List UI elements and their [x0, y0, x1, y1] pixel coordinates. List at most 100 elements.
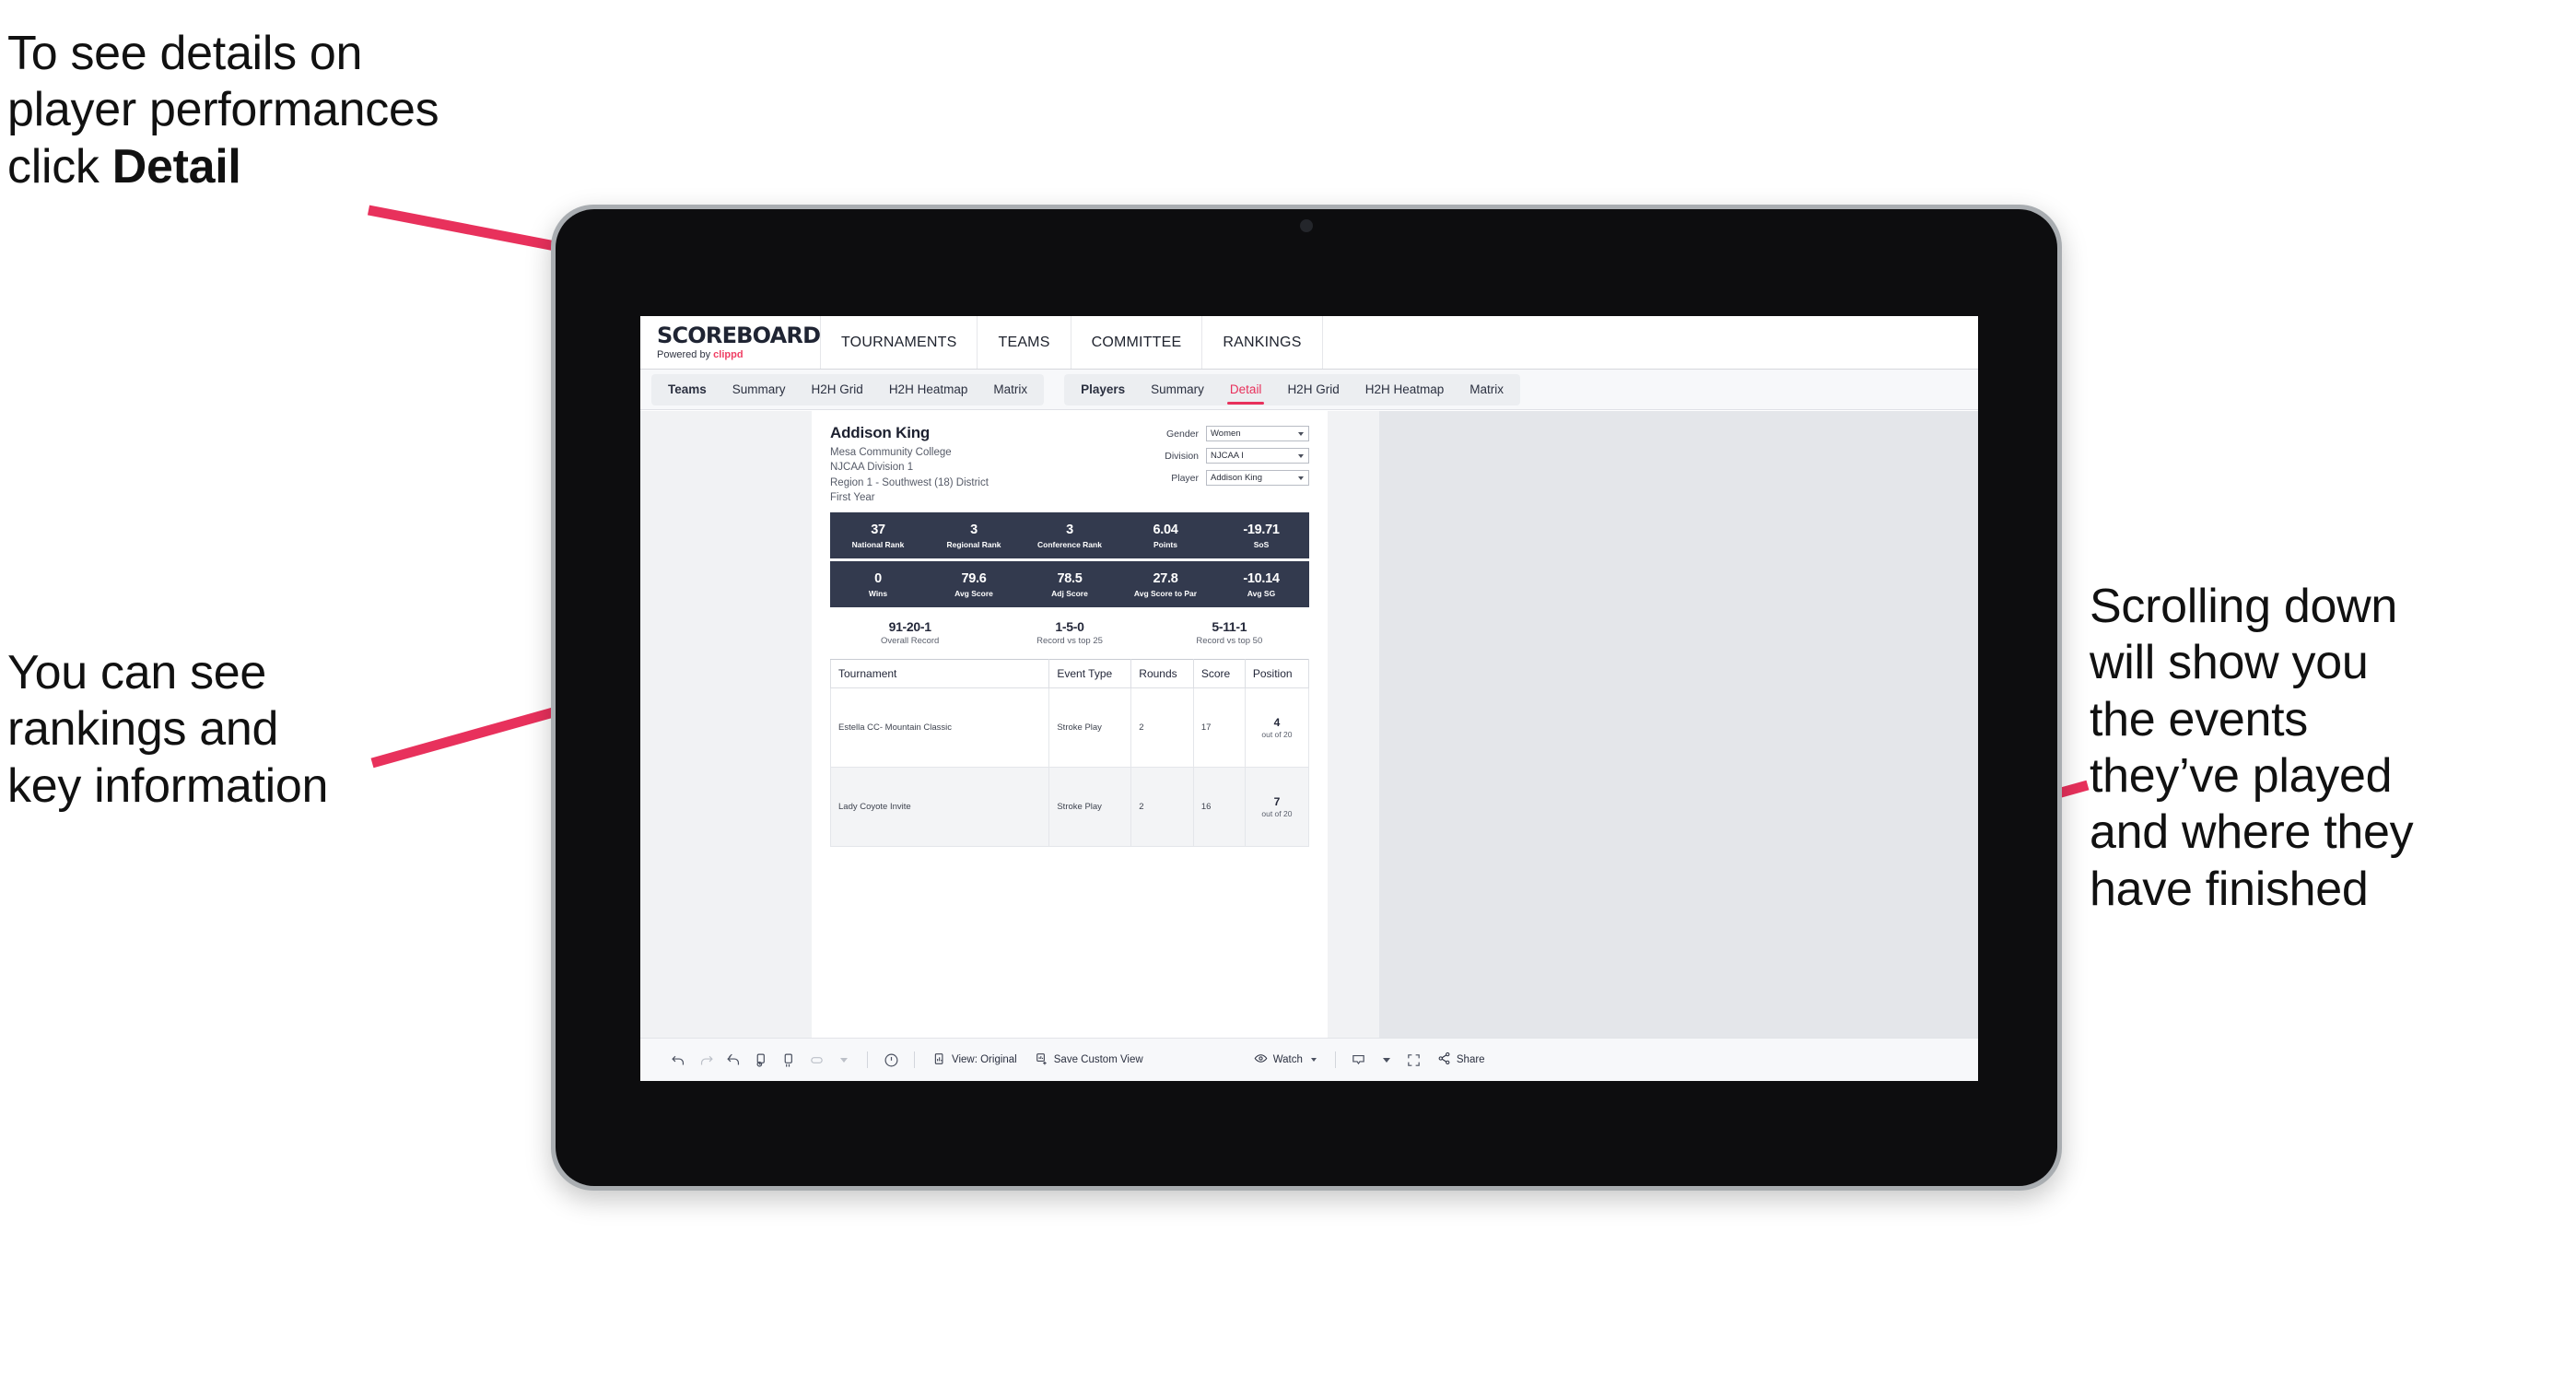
- col-header-score[interactable]: Score: [1192, 659, 1246, 689]
- stat-points: 6.04 Points: [1118, 523, 1213, 549]
- table-row[interactable]: Estella CC- Mountain Classic Stroke Play…: [829, 687, 1310, 769]
- player-select[interactable]: Addison King: [1206, 470, 1309, 486]
- tab-teams-summary[interactable]: Summary: [720, 374, 799, 405]
- record-vs-top-25: 1-5-0 Record vs top 25: [989, 619, 1149, 646]
- share-label: Share: [1456, 1054, 1485, 1065]
- filter-row-gender: Gender Women: [1165, 426, 1309, 441]
- stat-avg-score: 79.6 Avg Score: [926, 571, 1022, 598]
- tab-teams[interactable]: Teams: [655, 374, 720, 405]
- brand-powered-by: Powered by clippd: [657, 349, 820, 360]
- stat-conference-rank: 3 Conference Rank: [1022, 523, 1118, 549]
- stat-value: 79.6: [961, 570, 987, 586]
- nav-item-teams[interactable]: TEAMS: [978, 316, 1071, 369]
- events-table-body: Estella CC- Mountain Classic Stroke Play…: [829, 687, 1310, 848]
- record-label: Overall Record: [880, 635, 940, 646]
- undo-icon[interactable]: [664, 1046, 692, 1074]
- app-screen: SCOREBOARD Powered by clippd TOURNAMENTS…: [640, 316, 1978, 1081]
- refresh-data-icon[interactable]: [747, 1046, 775, 1074]
- player-school: Mesa Community College: [830, 447, 952, 458]
- cell-tournament: Estella CC- Mountain Classic: [829, 687, 1050, 769]
- chevron-down-icon[interactable]: [830, 1046, 858, 1074]
- watch-button[interactable]: Watch: [1245, 1046, 1326, 1074]
- position-outof: out of 20: [1261, 730, 1293, 740]
- fullscreen-icon[interactable]: [1400, 1046, 1428, 1074]
- view-icon: [933, 1052, 946, 1068]
- save-custom-view-label: Save Custom View: [1053, 1054, 1143, 1065]
- stat-value: 37: [871, 522, 885, 537]
- division-select[interactable]: NJCAA I: [1206, 448, 1309, 464]
- stat-regional-rank: 3 Regional Rank: [926, 523, 1022, 549]
- cell-position: 4 out of 20: [1244, 687, 1310, 769]
- view-original-button[interactable]: View: Original: [924, 1046, 1026, 1074]
- chevron-down-icon: [1298, 431, 1304, 436]
- revert-icon[interactable]: [720, 1046, 747, 1074]
- stat-value: 78.5: [1057, 570, 1083, 586]
- powered-prefix: Powered by: [657, 349, 714, 360]
- stat-value: 3: [970, 522, 978, 537]
- stat-national-rank: 37 National Rank: [830, 523, 926, 549]
- tab-players-detail[interactable]: Detail: [1217, 374, 1275, 405]
- save-custom-view-button[interactable]: Save Custom View: [1026, 1046, 1153, 1074]
- tab-teams-h2h-grid[interactable]: H2H Grid: [799, 374, 876, 405]
- player-select-value: Addison King: [1211, 473, 1262, 483]
- stat-label: Adj Score: [1051, 588, 1088, 598]
- callout-detail-bold: Detail: [111, 139, 241, 194]
- share-button[interactable]: Share: [1428, 1046, 1494, 1074]
- callout-rankings: You can see rankings and key information: [7, 646, 329, 813]
- workspace: Addison King Mesa Community College NJCA…: [640, 411, 1978, 1038]
- pill-icon[interactable]: [802, 1046, 830, 1074]
- tab-group-teams: Teams Summary H2H Grid H2H Heatmap Matri…: [651, 373, 1045, 405]
- bottom-toolbar: View: Original Save Custom View Watch Sh…: [640, 1038, 1978, 1081]
- col-header-event-type[interactable]: Event Type: [1048, 659, 1132, 689]
- brand-logo[interactable]: SCOREBOARD Powered by clippd: [640, 316, 821, 369]
- toolbar-divider: [1334, 1051, 1336, 1068]
- tab-players-h2h-heatmap[interactable]: H2H Heatmap: [1352, 374, 1458, 405]
- pause-data-icon[interactable]: [775, 1046, 802, 1074]
- nav-item-rankings[interactable]: RANKINGS: [1202, 316, 1323, 369]
- sheet-gutter-right: [1328, 411, 1379, 1038]
- clippd-name: clippd: [713, 349, 744, 360]
- col-header-position[interactable]: Position: [1244, 659, 1310, 689]
- gender-select[interactable]: Women: [1206, 426, 1309, 441]
- stat-adj-score: 78.5 Adj Score: [1022, 571, 1118, 598]
- chevron-down-icon: [1298, 453, 1304, 458]
- record-vs-top-50: 5-11-1 Record vs top 50: [1150, 619, 1309, 646]
- col-header-rounds[interactable]: Rounds: [1130, 659, 1194, 689]
- stat-label: National Rank: [851, 539, 905, 549]
- stat-label: SoS: [1253, 539, 1270, 549]
- stat-label: Points: [1153, 539, 1177, 549]
- record-label: Record vs top 50: [1196, 635, 1263, 646]
- tab-players-summary[interactable]: Summary: [1138, 374, 1217, 405]
- redo-icon[interactable]: [692, 1046, 720, 1074]
- cell-rounds: 2: [1130, 767, 1194, 848]
- tab-teams-matrix[interactable]: Matrix: [980, 374, 1040, 405]
- download-icon[interactable]: [1345, 1046, 1373, 1074]
- chevron-down-icon: [1298, 476, 1304, 480]
- view-original-label: View: Original: [952, 1054, 1017, 1065]
- gender-select-value: Women: [1211, 429, 1241, 439]
- table-row[interactable]: Lady Coyote Invite Stroke Play 2 16 7 ou…: [829, 767, 1310, 848]
- stat-value: -19.71: [1243, 522, 1280, 537]
- nav-item-committee[interactable]: COMMITTEE: [1071, 316, 1203, 369]
- tab-teams-h2h-heatmap[interactable]: H2H Heatmap: [876, 374, 981, 405]
- stat-label: Conference Rank: [1037, 539, 1102, 549]
- stat-bar-rankings: 37 National Rank 3 Regional Rank 3 Confe…: [830, 512, 1309, 559]
- tab-players[interactable]: Players: [1068, 374, 1138, 405]
- clock-icon[interactable]: [877, 1046, 905, 1074]
- left-rail: [640, 411, 760, 1038]
- chevron-down-icon[interactable]: [1373, 1046, 1400, 1074]
- table-header-row: Tournament Event Type Rounds Score Posit…: [829, 659, 1310, 689]
- filter-label-division: Division: [1165, 450, 1199, 462]
- player-identity: Addison King Mesa Community College NJCA…: [830, 424, 989, 505]
- sheet-gutter-left: [760, 411, 812, 1038]
- nav-item-tournaments[interactable]: TOURNAMENTS: [821, 316, 978, 369]
- tab-players-matrix[interactable]: Matrix: [1457, 374, 1516, 405]
- tab-players-h2h-grid[interactable]: H2H Grid: [1274, 374, 1352, 405]
- dashboard-sheet: Addison King Mesa Community College NJCA…: [760, 411, 1978, 1038]
- stat-label: Wins: [868, 588, 888, 598]
- record-label: Record vs top 25: [1036, 635, 1103, 646]
- cell-event-type: Stroke Play: [1048, 687, 1132, 769]
- stat-value: 0: [874, 570, 882, 586]
- col-header-tournament[interactable]: Tournament: [829, 659, 1050, 689]
- position-value: 4: [1273, 716, 1281, 730]
